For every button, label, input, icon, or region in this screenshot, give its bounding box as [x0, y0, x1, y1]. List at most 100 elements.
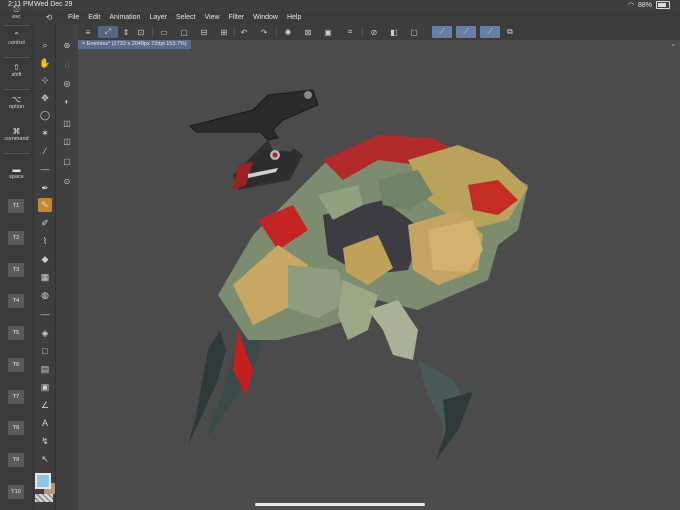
- shift-label: shift: [11, 72, 22, 78]
- clear-icon[interactable]: ⊠: [302, 26, 314, 38]
- operation-tool-icon[interactable]: ⊹: [38, 73, 52, 87]
- menu-view[interactable]: View: [204, 14, 219, 21]
- pen-2-icon[interactable]: ⟋: [456, 26, 476, 38]
- status-date: Wed Dec 29: [34, 1, 73, 8]
- esc-icon: ⎋: [13, 5, 20, 14]
- record-icon[interactable]: ⊡: [135, 26, 147, 38]
- lasso-sub-icon[interactable]: ◌: [60, 58, 74, 72]
- select-all-icon[interactable]: ⊘: [368, 26, 380, 38]
- wand-icon[interactable]: ✺: [282, 26, 294, 38]
- fill-tool-icon[interactable]: ◈: [38, 326, 52, 340]
- menu-edit[interactable]: Edit: [88, 14, 100, 21]
- figure-tool-icon[interactable]: □: [38, 344, 52, 358]
- new-icon[interactable]: ▭: [158, 26, 170, 38]
- balloon-tool-icon[interactable]: ↯: [38, 434, 52, 448]
- divider: [234, 27, 235, 37]
- decoration-tool-icon[interactable]: ▦: [38, 270, 52, 284]
- transform-icon[interactable]: ⤢: [98, 26, 118, 38]
- main-color-swatch[interactable]: [35, 473, 51, 489]
- save-icon[interactable]: ⊟: [198, 26, 210, 38]
- pencil-tool-icon[interactable]: ✎: [38, 198, 52, 212]
- magic-wand-icon[interactable]: ✶: [38, 126, 52, 140]
- open-icon[interactable]: ▢: [178, 26, 190, 38]
- crop-frame-icon[interactable]: ⌗: [344, 26, 356, 38]
- menu-help[interactable]: Help: [287, 14, 301, 21]
- document-tab-label: Enemies* (2732 x 2048px 72dpi 153.7%): [86, 41, 187, 47]
- tkey-1[interactable]: T1: [8, 199, 24, 213]
- control-key[interactable]: ⌃ control: [3, 31, 30, 46]
- divider: [362, 27, 363, 37]
- pen-1-icon[interactable]: ⟋: [432, 26, 452, 38]
- correct-line-tool-icon[interactable]: ↖: [38, 452, 52, 466]
- canvas-area[interactable]: [78, 40, 680, 510]
- menu-select[interactable]: Select: [176, 14, 195, 21]
- menu-filter[interactable]: Filter: [229, 14, 245, 21]
- transparent-color-swatch[interactable]: [35, 494, 53, 502]
- zoom-tool-icon[interactable]: ⌕: [38, 38, 52, 52]
- ruler-tool-icon[interactable]: ∠: [38, 398, 52, 412]
- crop-icon[interactable]: ▣: [322, 26, 334, 38]
- material-icon[interactable]: ▢: [60, 154, 74, 168]
- space-key[interactable]: ▬ space: [3, 165, 30, 180]
- eyedropper-icon[interactable]: ⁄: [38, 144, 52, 158]
- text-tool-icon[interactable]: A: [38, 416, 52, 430]
- deselect-icon[interactable]: ◧: [388, 26, 400, 38]
- move-tool-icon[interactable]: ✥: [38, 91, 52, 105]
- option-key[interactable]: ⌥ option: [3, 95, 30, 110]
- pen-tool-icon[interactable]: ✒: [38, 181, 52, 195]
- battery-icon: [656, 1, 670, 9]
- wifi-icon: ◠: [627, 2, 634, 9]
- shift-key[interactable]: ⇧ shift: [3, 63, 30, 78]
- tkey-8[interactable]: T8: [8, 421, 24, 435]
- menu-icon[interactable]: ≡: [82, 26, 94, 38]
- command-bar: ≡ ⤢ ⇕ ⊡ ▭ ▢ ⊟ ⊞ ↶ ↷ ✺ ⊠ ▣ ⌗ ⊘ ◧ ▢ ⟋ ⟋ ⟋ …: [78, 24, 680, 40]
- divider-icon: —: [40, 309, 50, 319]
- tkey-9[interactable]: T9: [8, 453, 24, 467]
- tkey-2[interactable]: T2: [8, 231, 24, 245]
- blend-tool-icon[interactable]: ◍: [38, 288, 52, 302]
- tkey-4[interactable]: T4: [8, 294, 24, 308]
- collapse-chevron-icon[interactable]: ⌄: [670, 40, 676, 48]
- esc-key[interactable]: ⎋ esc: [3, 5, 30, 20]
- redo-icon[interactable]: ↷: [258, 26, 270, 38]
- selection-pen-icon[interactable]: ◐: [60, 94, 74, 108]
- brush-tool-icon[interactable]: ✐: [38, 216, 52, 230]
- menu-file[interactable]: File: [68, 14, 79, 21]
- tkey-3[interactable]: T3: [8, 263, 24, 277]
- tkey-10[interactable]: T10: [8, 485, 24, 499]
- search-icon[interactable]: ⊛: [60, 38, 74, 52]
- command-label: command: [4, 136, 29, 142]
- home-indicator[interactable]: [255, 503, 425, 506]
- gradient-tool-icon[interactable]: ▤: [38, 362, 52, 376]
- tkey-5[interactable]: T5: [8, 326, 24, 340]
- menu-animation[interactable]: Animation: [109, 14, 140, 21]
- divider: [3, 153, 30, 154]
- frame-tool-icon[interactable]: ▣: [38, 380, 52, 394]
- menu-bar: ⟲ File Edit Animation Layer Select View …: [33, 11, 680, 24]
- export-icon[interactable]: ⊞: [218, 26, 230, 38]
- divider: [276, 27, 277, 37]
- esc-label: esc: [12, 14, 21, 20]
- tkey-6[interactable]: T6: [8, 358, 24, 372]
- sub-tool-palette: ⊛ ◌ ◎ ◐ ◫ ◫ ▢ ⊙: [55, 24, 79, 510]
- document-tab[interactable]: × Enemies* (2732 x 2048px 72dpi 153.7%): [78, 40, 191, 49]
- adjust-icon[interactable]: ⇕: [120, 26, 132, 38]
- polyline-sub-icon[interactable]: ◎: [60, 76, 74, 90]
- hand-tool-icon[interactable]: ✋: [38, 56, 52, 70]
- layer-stack-icon[interactable]: ◫: [60, 116, 74, 130]
- pen-3-icon[interactable]: ⟋: [480, 26, 500, 38]
- option-icon: ⌥: [11, 95, 22, 104]
- navigator-icon[interactable]: ⊙: [60, 174, 74, 188]
- lasso-tool-icon[interactable]: ◯: [38, 108, 52, 122]
- command-key[interactable]: ⌘ command: [3, 127, 30, 142]
- menu-layer[interactable]: Layer: [149, 14, 167, 21]
- app-logo-icon[interactable]: ⟲: [39, 13, 59, 22]
- eraser-tool-icon[interactable]: ◆: [38, 252, 52, 266]
- layer-icon[interactable]: ⧉: [504, 26, 516, 38]
- menu-window[interactable]: Window: [253, 14, 278, 21]
- invert-icon[interactable]: ▢: [408, 26, 420, 38]
- tkey-7[interactable]: T7: [8, 390, 24, 404]
- undo-icon[interactable]: ↶: [238, 26, 250, 38]
- layer-list-icon[interactable]: ◫: [60, 134, 74, 148]
- airbrush-tool-icon[interactable]: ⌇: [38, 234, 52, 248]
